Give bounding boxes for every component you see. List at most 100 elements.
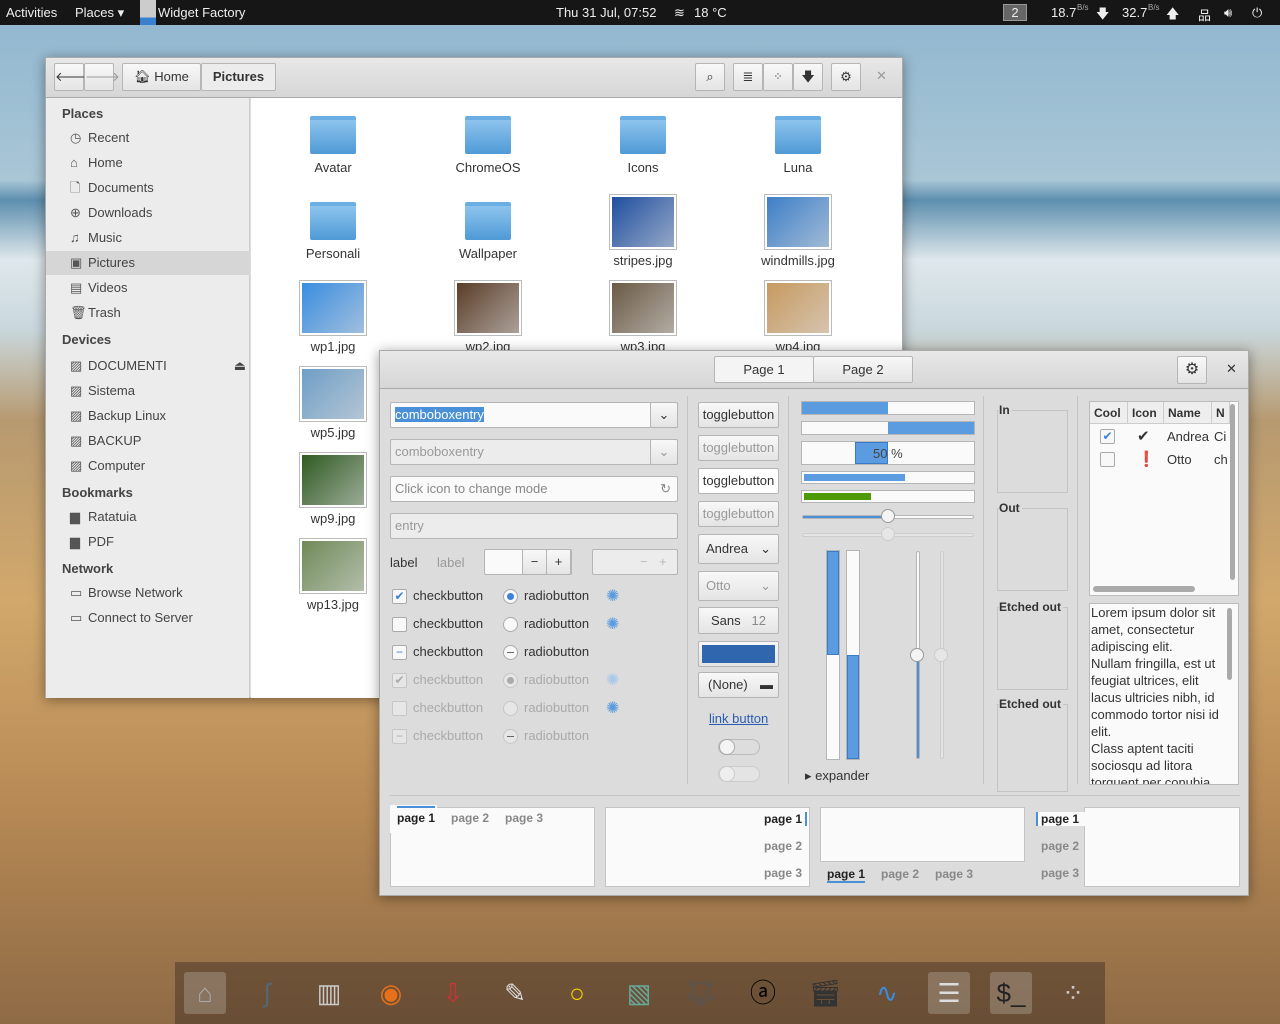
back-button[interactable]: 🡐: [54, 63, 90, 91]
dock-mixer-icon[interactable]: ▥: [308, 972, 350, 1014]
sidebar-item-videos[interactable]: ▤ Videos: [70, 276, 250, 300]
file-item[interactable]: wp1.jpg: [273, 280, 393, 354]
dock-clapper-icon[interactable]: 🎬︎: [804, 972, 846, 1014]
tree-checkbox[interactable]: ✔: [1100, 429, 1115, 444]
checkbutton-label[interactable]: checkbutton: [413, 644, 483, 659]
refresh-icon[interactable]: ↻: [660, 477, 671, 501]
checkbox[interactable]: ✔: [392, 589, 407, 604]
file-item[interactable]: wp4.jpg: [738, 280, 858, 354]
sidebar-item-sistema[interactable]: ▨ Sistema: [70, 379, 250, 403]
hscale-handle[interactable]: [881, 509, 895, 523]
sidebar-item-computer[interactable]: ▨ Computer: [70, 454, 250, 478]
tree-cell-n[interactable]: Ci: [1214, 429, 1230, 444]
eject-icon[interactable]: ⏏: [234, 354, 246, 378]
file-item[interactable]: Wallpaper: [428, 194, 548, 261]
text-vscrollbar[interactable]: [1227, 608, 1232, 680]
tree-cell-name[interactable]: Otto: [1167, 452, 1192, 467]
file-chooser-button[interactable]: (None) ▬: [698, 672, 779, 698]
spin-minus[interactable]: −: [522, 549, 547, 575]
checkbox[interactable]: [392, 617, 407, 632]
sidebar-item-home[interactable]: ⌂ Home: [70, 151, 250, 175]
file-item[interactable]: Luna: [738, 108, 858, 175]
tree-vscrollbar[interactable]: [1230, 404, 1235, 580]
tab-page-2[interactable]: Page 2: [813, 356, 913, 383]
file-item[interactable]: wp2.jpg: [428, 280, 548, 354]
notebook-tab[interactable]: page 1: [764, 812, 808, 826]
sort-button[interactable]: 🡇: [793, 63, 823, 91]
tree-cell-n[interactable]: ch: [1214, 452, 1230, 467]
mode-entry[interactable]: Click icon to change mode ↻: [390, 476, 678, 502]
sidebar-item-backup[interactable]: ▨ BACKUP: [70, 429, 250, 453]
column-header[interactable]: N: [1212, 402, 1230, 424]
dock-home-folder-icon[interactable]: ⌂: [184, 972, 226, 1014]
notebook-tab[interactable]: page 3: [1041, 866, 1079, 880]
sidebar-item-ratatuia[interactable]: ▆ Ratatuia: [70, 505, 250, 529]
sidebar-item-documenti[interactable]: ▨ DOCUMENTI ⏏: [70, 354, 250, 378]
notebook-tab[interactable]: page 1: [1036, 812, 1091, 826]
app-menu[interactable]: Widget Factory: [158, 5, 245, 20]
dock-scanner-icon[interactable]: ∫: [246, 972, 288, 1014]
file-item[interactable]: ChromeOS: [428, 108, 548, 175]
weather-temp[interactable]: 18 °C: [694, 5, 727, 20]
places-menu[interactable]: Places ▾: [75, 5, 124, 21]
file-item[interactable]: Icons: [583, 108, 703, 175]
radiobutton-label[interactable]: radiobutton: [524, 588, 589, 603]
file-item[interactable]: Personali: [273, 194, 393, 261]
forward-button[interactable]: 🡒: [84, 63, 120, 91]
column-header[interactable]: Cool: [1090, 402, 1128, 424]
tree-cell-name[interactable]: Andrea: [1167, 429, 1209, 444]
radio[interactable]: [503, 589, 518, 604]
sidebar-item-trash[interactable]: 🗑Trash: [70, 301, 250, 325]
sidebar-item-browse-network[interactable]: ▭ Browse Network: [70, 581, 250, 605]
dock-system-monitor-icon[interactable]: ∿: [866, 972, 908, 1014]
volume-icon[interactable]: 🔊︎: [1224, 5, 1232, 21]
combo-dropdown-button[interactable]: ⌄: [650, 402, 678, 428]
vscale[interactable]: [910, 551, 924, 759]
spin-plus[interactable]: +: [546, 549, 571, 575]
activities-button[interactable]: Activities: [6, 5, 57, 20]
font-button[interactable]: Sans 12: [698, 607, 779, 634]
dock-shutter-icon[interactable]: ○: [556, 972, 598, 1014]
checkbutton-label[interactable]: checkbutton: [413, 588, 483, 603]
settings-button[interactable]: ⚙: [1177, 356, 1207, 384]
list-view-button[interactable]: ≣: [733, 63, 763, 91]
notebook-tab[interactable]: page 3: [935, 867, 973, 881]
file-item[interactable]: wp9.jpg: [273, 452, 393, 526]
dock-text-editor-icon[interactable]: ✎: [494, 972, 536, 1014]
notebook-tab[interactable]: page 1: [827, 867, 866, 883]
sidebar-item-backup-linux[interactable]: ▨ Backup Linux: [70, 404, 250, 428]
column-header[interactable]: Name: [1164, 402, 1212, 424]
notebook-tab[interactable]: page 2: [764, 839, 802, 853]
sidebar-item-recent[interactable]: ◷ Recent: [70, 126, 250, 150]
hscale[interactable]: [802, 509, 974, 523]
combo-andrea[interactable]: Andrea ⌄: [698, 534, 779, 564]
sidebar-item-documents[interactable]: 🗋 Documents: [70, 176, 250, 200]
dock-show-applications-icon[interactable]: ⁘: [1052, 972, 1094, 1014]
tab-page-1[interactable]: Page 1: [714, 356, 814, 383]
file-item[interactable]: Avatar: [273, 108, 393, 175]
dock-shotwell-icon[interactable]: ▧: [618, 972, 660, 1014]
network-icon[interactable]: 品: [1198, 5, 1211, 24]
expander[interactable]: ▸ expander: [805, 768, 869, 784]
grid-view-button[interactable]: ⁘: [763, 63, 793, 91]
menu-button[interactable]: ⚙: [831, 63, 861, 91]
file-item[interactable]: wp13.jpg: [273, 538, 393, 612]
notebook-tab[interactable]: page 3: [505, 811, 543, 825]
sidebar-item-connect-to-server[interactable]: ▭ Connect to Server: [70, 606, 250, 630]
path-pictures-button[interactable]: Pictures: [201, 63, 276, 91]
close-button[interactable]: ✕: [876, 68, 887, 84]
tree-hscrollbar[interactable]: [1093, 586, 1195, 592]
radio[interactable]: [503, 617, 518, 632]
radiobutton-label[interactable]: radiobutton: [524, 644, 589, 659]
file-item[interactable]: windmills.jpg: [738, 194, 858, 268]
dock-terminal-icon[interactable]: $_: [990, 972, 1032, 1014]
link-button[interactable]: link button: [709, 711, 768, 726]
notebook-tab[interactable]: page 1: [397, 806, 436, 825]
dock-firefox-icon[interactable]: ◉: [370, 972, 412, 1014]
dock-amarok-icon[interactable]: ⓐ: [742, 972, 784, 1014]
dock-transmission-icon[interactable]: ⇩: [432, 972, 474, 1014]
checkbutton-label[interactable]: checkbutton: [413, 616, 483, 631]
vscale-handle[interactable]: [910, 648, 924, 662]
path-home-button[interactable]: 🏠︎ Home: [122, 63, 201, 91]
dock-widget-factory-icon[interactable]: ☰: [928, 972, 970, 1014]
